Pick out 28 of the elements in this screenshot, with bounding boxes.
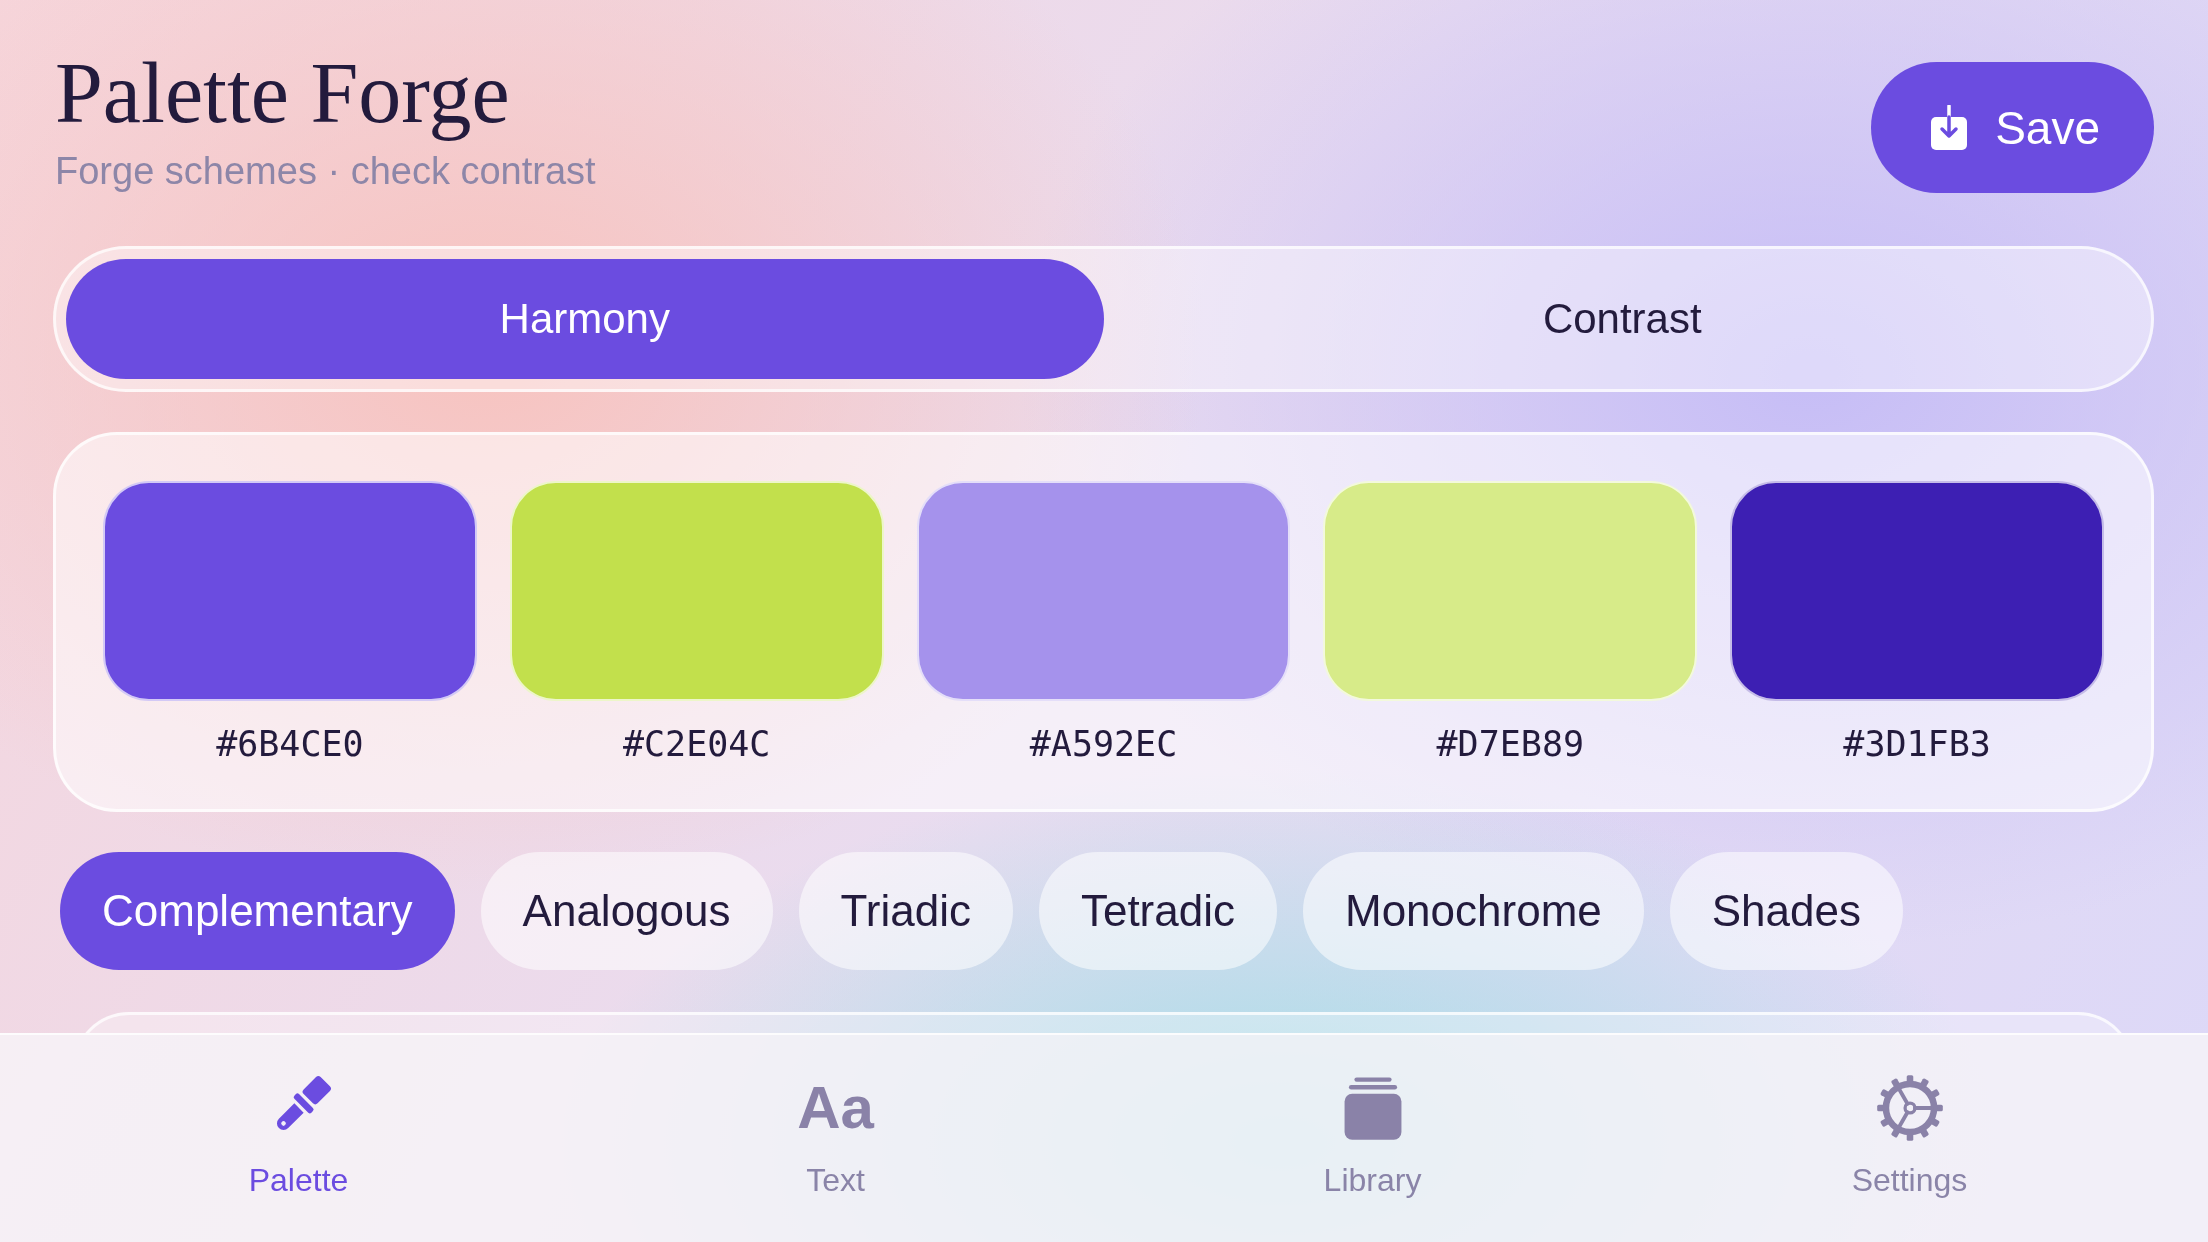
tab-bar-item[interactable]: Aa Text [789, 1065, 882, 1199]
hex-label: #6B4CE0 [216, 723, 364, 765]
mode-tab[interactable]: Harmony [66, 259, 1104, 379]
save-button[interactable]: Save [1871, 62, 2154, 193]
tab-bar-item[interactable]: Library [1315, 1065, 1430, 1199]
download-icon [1929, 104, 1970, 151]
scheme-chip[interactable]: Triadic [798, 852, 1013, 970]
hex-label: #3D1FB3 [1843, 723, 1991, 765]
hex-label: #D7EB89 [1436, 723, 1585, 765]
color-swatch[interactable] [509, 481, 884, 701]
letters-icon: Aa [797, 1075, 874, 1141]
settings-icon [1874, 1073, 1945, 1143]
scheme-chip[interactable]: Analogous [480, 852, 773, 970]
app-title: Palette Forge [54, 44, 511, 142]
scheme-chip[interactable]: Tetradic [1038, 852, 1277, 970]
scheme-chip[interactable]: Complementary [60, 852, 455, 970]
scheme-chip[interactable]: Shades [1669, 852, 1903, 970]
color-swatch[interactable] [1730, 481, 2104, 701]
mode-tab[interactable]: Contrast [1103, 259, 2141, 379]
color-swatch[interactable] [916, 481, 1291, 701]
tab-bar-item[interactable]: Settings [1843, 1065, 1976, 1199]
color-swatch[interactable] [1323, 481, 1698, 701]
tab-bar-item[interactable]: Palette [240, 1065, 357, 1199]
color-swatch[interactable] [103, 481, 477, 701]
app-subtitle: Forge schemes · check contrast [54, 149, 596, 194]
hex-label: #A592EC [1029, 723, 1178, 765]
scheme-chip[interactable]: Monochrome [1303, 852, 1644, 970]
hex-label: #C2E04C [622, 723, 771, 765]
